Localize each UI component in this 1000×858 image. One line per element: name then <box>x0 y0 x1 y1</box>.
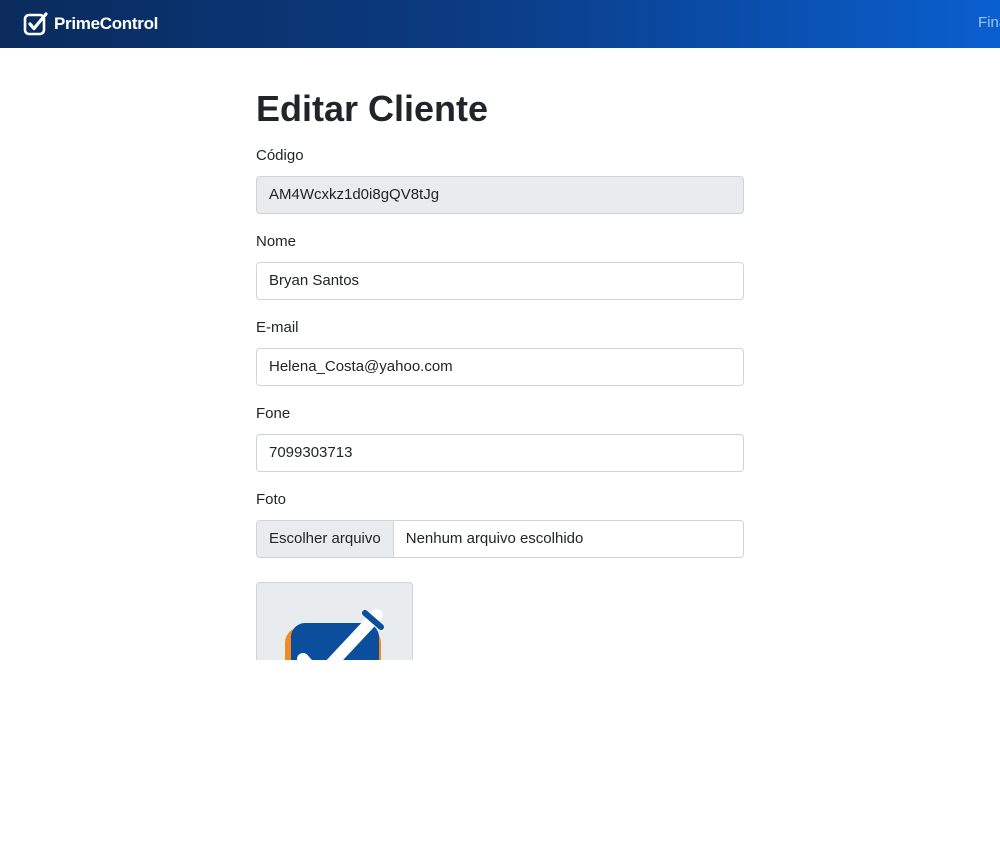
primecontrol-logo-icon <box>285 609 384 660</box>
top-navbar: PrimeControl Fina <box>0 0 1000 48</box>
nome-field[interactable]: Bryan Santos <box>256 262 744 300</box>
file-status-text: Nenhum arquivo escolhido <box>405 530 584 547</box>
page-title: Editar Cliente <box>256 88 489 129</box>
photo-preview <box>256 582 413 660</box>
codigo-label: Código <box>256 147 304 164</box>
brand-link[interactable]: PrimeControl <box>22 9 158 39</box>
foto-file-input[interactable]: Escolher arquivo Nenhum arquivo escolhid… <box>256 520 744 558</box>
checkbox-check-icon <box>23 12 48 36</box>
nome-label: Nome <box>256 233 297 250</box>
choose-file-button[interactable]: Escolher arquivo <box>257 521 394 557</box>
email-field[interactable]: Helena_Costa@yahoo.com <box>256 348 744 386</box>
fone-field[interactable]: 7099303713 <box>256 434 744 472</box>
codigo-field[interactable]: AM4Wcxkz1d0i8gQV8tJg <box>256 176 744 214</box>
brand-name: PrimeControl <box>54 14 159 33</box>
foto-label: Foto <box>256 491 287 508</box>
email-label: E-mail <box>256 319 299 336</box>
fone-label: Fone <box>256 405 291 422</box>
nav-link-financeiro[interactable]: Fina <box>978 14 1000 31</box>
